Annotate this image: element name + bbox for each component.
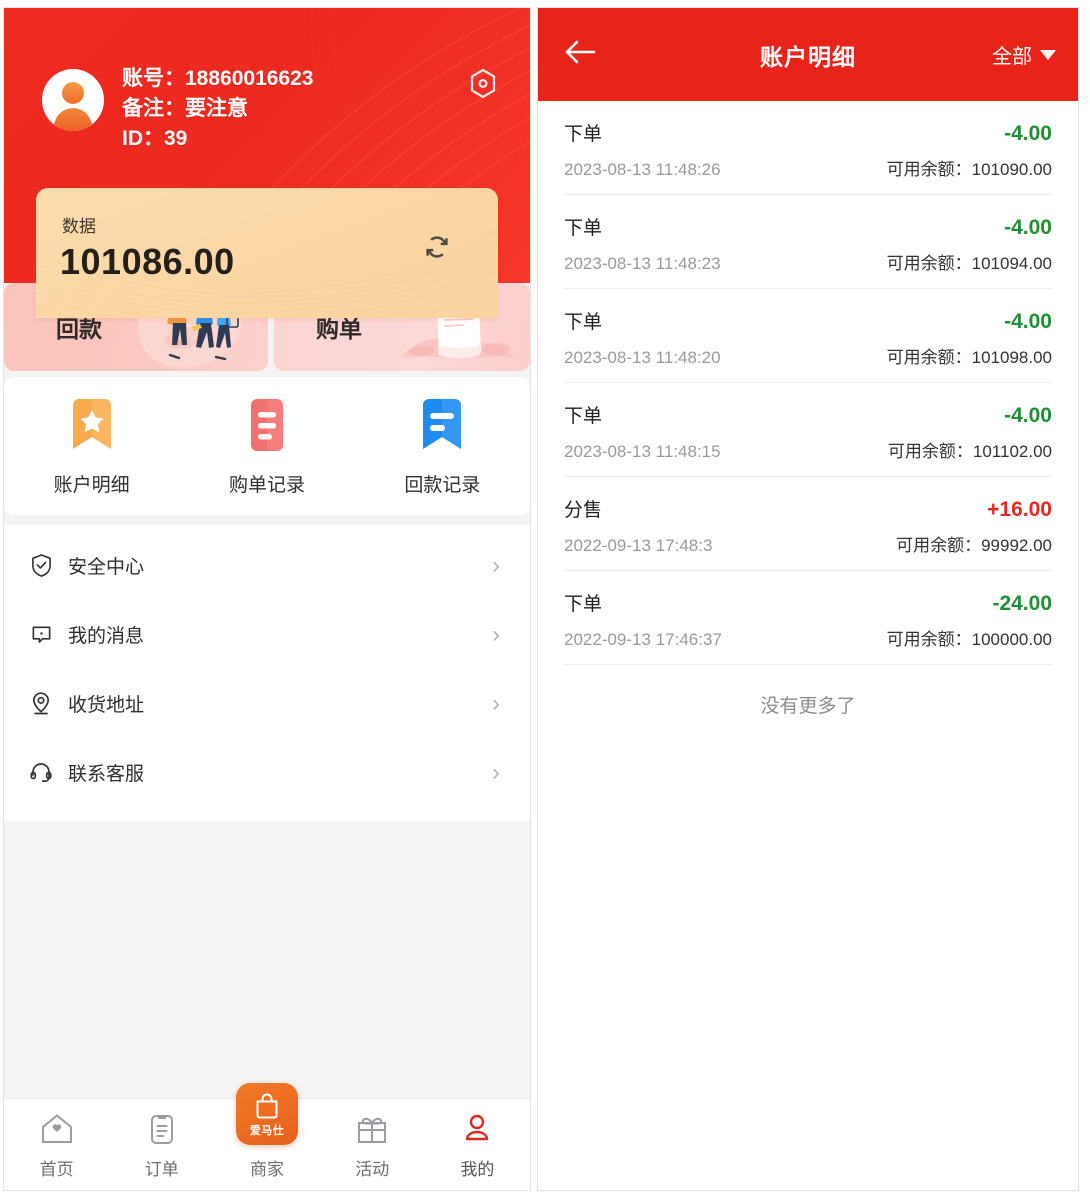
person-icon [461, 1109, 493, 1149]
account-number: 账号：18860016623 [122, 67, 314, 90]
transaction-type: 分售 [564, 500, 603, 521]
account-remark: 备注：要注意 [122, 96, 248, 120]
transaction-balance: 可用余额：101098.00 [886, 348, 1052, 367]
profile-text-lines: 账号：18860016623 备注：要注意 ID：39 [122, 64, 313, 153]
transaction-amount: -24.00 [992, 592, 1052, 615]
table-row[interactable]: 下单 -4.00 2023-08-13 11:48:20 可用余额：101098… [564, 289, 1052, 383]
transaction-type: 下单 [564, 124, 603, 145]
shopping-bag-icon[interactable]: 爱马仕 [236, 1083, 298, 1145]
chevron-right-icon: › [492, 758, 500, 786]
quick-action-purchase-record[interactable]: 购单记录 [179, 399, 354, 497]
transaction-time: 2023-08-13 11:48:26 [564, 160, 721, 179]
menu-item-label: 我的消息 [68, 626, 145, 647]
menu-item-my-messages[interactable]: 我的消息 › [4, 600, 530, 669]
tab-label: 商家 [250, 1160, 284, 1179]
transaction-type: 下单 [564, 406, 603, 427]
tab-merchant[interactable]: 爱马仕 商家 [214, 1083, 319, 1180]
tab-label: 我的 [460, 1160, 495, 1179]
menu-item-shipping-address[interactable]: 收货地址 › [4, 669, 530, 738]
tab-label: 首页 [39, 1160, 74, 1179]
profile-identity: 账号：18860016623 备注：要注意 ID：39 [4, 8, 530, 153]
table-row[interactable]: 分售 +16.00 2022-09-13 17:48:3 可用余额：99992.… [564, 477, 1052, 571]
transaction-time: 2023-08-13 11:48:15 [564, 442, 721, 461]
tab-label: 活动 [355, 1160, 390, 1179]
menu-item-contact-support[interactable]: 联系客服 › [4, 738, 530, 807]
message-icon [26, 623, 56, 646]
shield-check-icon [26, 553, 56, 578]
data-balance-card: 数据 101086.00 [36, 188, 498, 318]
settings-menu-card: 安全中心 › 我的消息 › 收货地址 › 联系客服 › [4, 525, 530, 821]
menu-item-label: 安全中心 [68, 557, 145, 578]
quick-actions-card: 账户明细 购单记录 回款记录 [4, 377, 530, 515]
transaction-balance: 可用余额：101094.00 [886, 254, 1052, 273]
filter-dropdown[interactable]: 全部 [992, 40, 1056, 69]
account-id: ID：39 [122, 126, 188, 150]
chevron-right-icon: › [492, 689, 500, 717]
filter-label: 全部 [992, 46, 1032, 68]
chevron-right-icon: › [492, 620, 500, 648]
transaction-balance: 可用余额：100000.00 [886, 630, 1052, 649]
transaction-amount: -4.00 [1004, 404, 1052, 427]
transaction-time: 2023-08-13 11:48:23 [564, 254, 721, 273]
avatar-body [54, 108, 92, 131]
blue-bookmark-icon [419, 399, 465, 456]
home-icon [39, 1109, 75, 1149]
transaction-balance: 可用余额：101102.00 [887, 442, 1052, 461]
profile-panel: 账号：18860016623 备注：要注意 ID：39 数据 101086.00… [4, 8, 530, 1190]
app-screenshot: 账号：18860016623 备注：要注意 ID：39 数据 101086.00… [0, 0, 1090, 1198]
menu-item-security-center[interactable]: 安全中心 › [4, 531, 530, 600]
transaction-amount: +16.00 [987, 498, 1052, 521]
merchant-badge-text: 爱马仕 [249, 1124, 285, 1137]
transaction-type: 下单 [564, 218, 603, 239]
document-lines-icon [244, 399, 290, 456]
transaction-balance: 可用余额：99992.00 [896, 536, 1052, 555]
chevron-down-icon [1040, 49, 1056, 60]
hexagon-settings-icon[interactable] [469, 68, 497, 104]
quick-action-account-detail[interactable]: 账户明细 [4, 399, 179, 497]
headset-icon [26, 761, 56, 785]
account-detail-nav-bar: 账户明细 全部 [538, 8, 1078, 101]
transaction-list: 下单 -4.00 2023-08-13 11:48:26 可用余额：101090… [538, 101, 1078, 728]
table-row[interactable]: 下单 -4.00 2023-08-13 11:48:15 可用余额：101102… [564, 383, 1052, 477]
refresh-icon[interactable] [422, 232, 452, 267]
quick-action-label: 购单记录 [228, 475, 305, 496]
transaction-amount: -4.00 [1004, 122, 1052, 145]
quick-action-label: 账户明细 [53, 475, 130, 496]
table-row[interactable]: 下单 -24.00 2022-09-13 17:46:37 可用余额：10000… [564, 571, 1052, 665]
table-row[interactable]: 下单 -4.00 2023-08-13 11:48:23 可用余额：101094… [564, 195, 1052, 289]
transaction-amount: -4.00 [1004, 310, 1052, 333]
tab-orders[interactable]: 订单 [109, 1109, 214, 1180]
tab-label: 订单 [144, 1160, 179, 1179]
user-avatar-icon[interactable] [42, 69, 104, 131]
quick-action-repayment-record[interactable]: 回款记录 [355, 399, 530, 497]
transaction-amount: -4.00 [1004, 216, 1052, 239]
account-detail-panel: 账户明细 全部 下单 -4.00 2023-08-13 11:48:26 可用余… [538, 8, 1078, 1190]
star-bookmark-icon [69, 399, 115, 456]
quick-actions-row: 账户明细 购单记录 回款记录 [4, 399, 530, 497]
transaction-time: 2022-09-13 17:46:37 [564, 630, 722, 649]
clipboard-icon [147, 1109, 177, 1149]
location-pin-icon [26, 691, 56, 716]
tab-profile[interactable]: 我的 [425, 1109, 530, 1180]
bottom-tab-bar: 首页 订单 爱马仕 商家 活动 我的 [4, 1083, 530, 1190]
transaction-type: 下单 [564, 312, 603, 333]
end-of-list-message: 没有更多了 [760, 696, 856, 717]
transaction-time: 2022-09-13 17:48:3 [564, 536, 713, 555]
transaction-time: 2023-08-13 11:48:20 [564, 348, 721, 367]
table-row[interactable]: 下单 -4.00 2023-08-13 11:48:26 可用余额：101090… [564, 101, 1052, 195]
menu-item-label: 联系客服 [68, 764, 145, 785]
chevron-right-icon: › [492, 551, 500, 579]
transaction-type: 下单 [564, 594, 603, 615]
quick-action-label: 回款记录 [404, 475, 481, 496]
tab-home[interactable]: 首页 [4, 1109, 109, 1180]
gift-icon [355, 1109, 389, 1149]
menu-item-label: 收货地址 [68, 695, 145, 716]
avatar-head [62, 82, 84, 104]
tab-activity[interactable]: 活动 [320, 1109, 425, 1180]
transaction-balance: 可用余额：101090.00 [886, 160, 1052, 179]
